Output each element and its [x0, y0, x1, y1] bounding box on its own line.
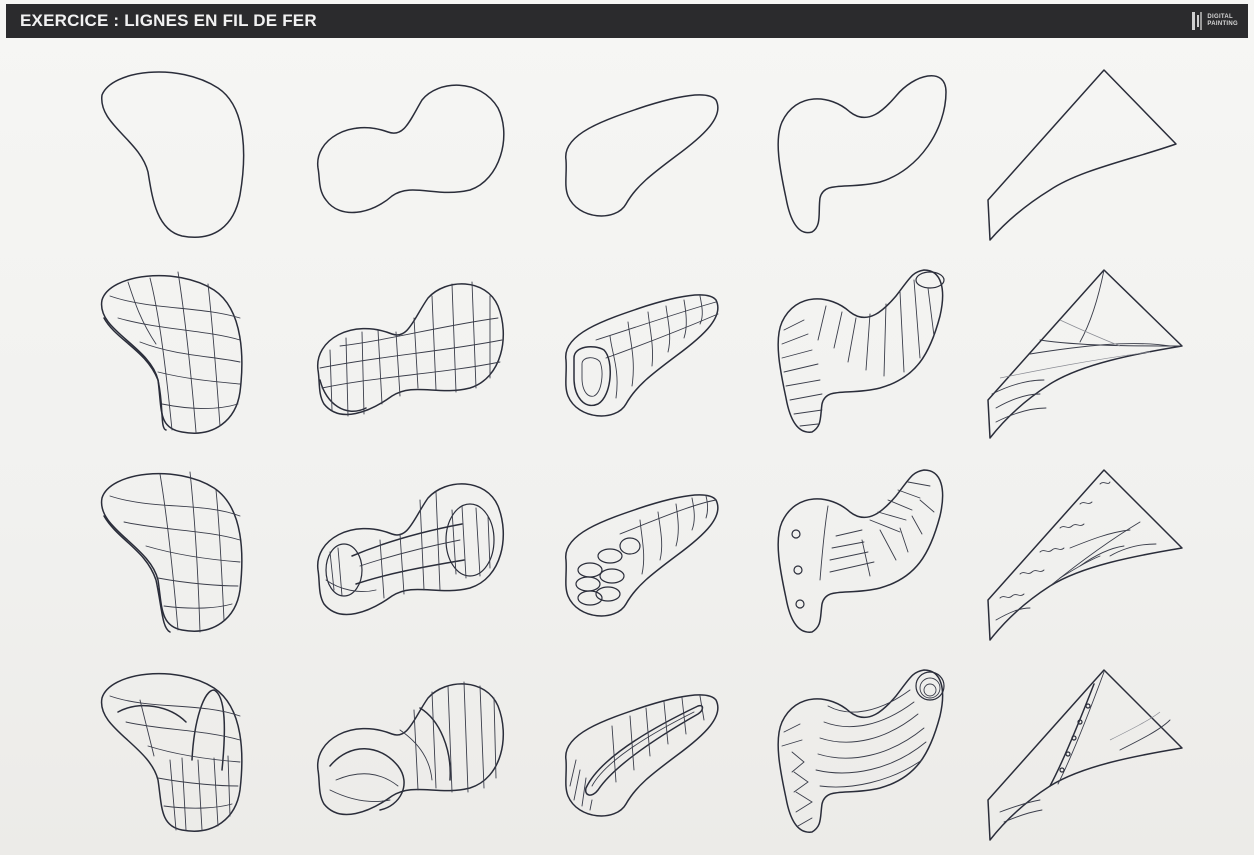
shape-3-variation	[565, 694, 719, 817]
shape-4-outline	[777, 75, 947, 234]
shape-3-detail	[565, 494, 719, 617]
shape-2-variation	[317, 681, 505, 816]
shape-4-wireframe	[777, 269, 945, 433]
shape-3-wireframe	[565, 294, 719, 417]
shape-1-wireframe	[100, 271, 243, 434]
shape-5-detail	[987, 469, 1183, 641]
shape-4-detail	[777, 469, 944, 633]
shape-5-outline	[987, 69, 1177, 241]
shape-1-outline	[101, 71, 245, 238]
paper-sheet: EXERCICE : LIGNES EN FIL DE FER DIGITAL …	[0, 0, 1254, 855]
shape-5-variation	[987, 669, 1183, 841]
shape-2-wireframe	[317, 281, 505, 417]
shape-1-detail	[100, 471, 243, 633]
wireframe-drawings	[100, 69, 1183, 841]
shape-3-outline	[565, 94, 719, 217]
shape-1-variation	[100, 672, 243, 832]
shape-2-outline	[317, 84, 505, 214]
shape-5-wireframe	[987, 269, 1183, 439]
shape-2-detail	[317, 483, 505, 616]
shape-4-variation	[777, 669, 945, 833]
